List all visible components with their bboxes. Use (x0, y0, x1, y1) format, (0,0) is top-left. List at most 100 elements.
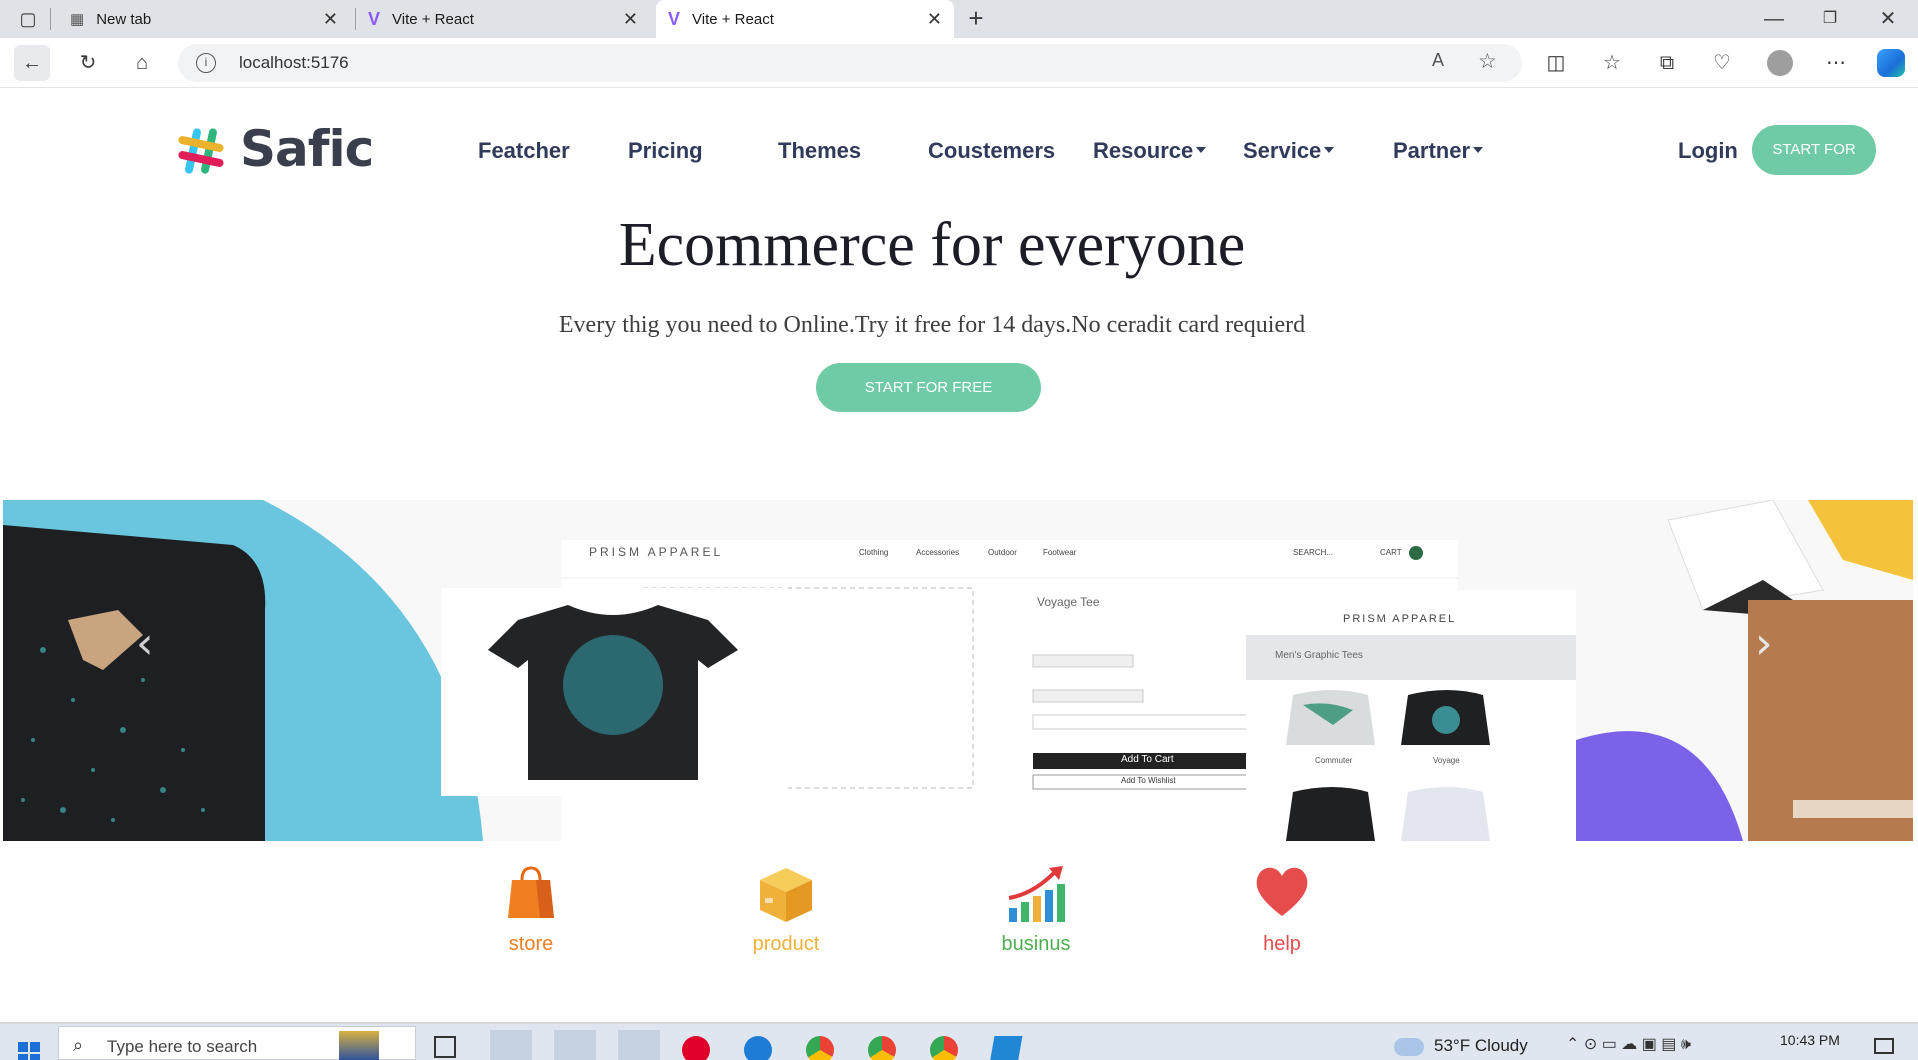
feature-label: help (1263, 933, 1301, 955)
split-screen-icon[interactable]: ◫ (1538, 45, 1574, 81)
add-to-cart-label: Add To Cart (1121, 754, 1174, 765)
taskbar-app-mail[interactable] (554, 1030, 596, 1060)
product-name: Voyage Tee (1037, 595, 1100, 609)
profile-avatar[interactable] (1767, 50, 1793, 76)
store-cart-label: CART (1380, 548, 1402, 557)
refresh-button[interactable]: ↻ (70, 45, 106, 81)
info-icon[interactable]: i (196, 53, 216, 73)
windows-taskbar: ⌕ Type here to search 53°F Cloudy ⌃ ⊙ ▭ … (0, 1024, 1918, 1060)
taskbar-search-box[interactable]: ⌕ Type here to search (58, 1026, 416, 1060)
more-options-icon[interactable]: ⋯ (1818, 45, 1854, 81)
nav-pricing[interactable]: Pricing (628, 136, 703, 166)
vscode-icon[interactable] (989, 1036, 1023, 1060)
home-button[interactable]: ⌂ (124, 45, 160, 81)
pinterest-icon[interactable] (682, 1036, 710, 1060)
nav-partner[interactable]: Partner (1393, 136, 1484, 166)
close-icon[interactable]: ✕ (323, 9, 338, 30)
nav-resource[interactable]: Resource (1093, 136, 1207, 166)
read-aloud-icon[interactable]: A (1432, 50, 1444, 71)
store-menu-item: Clothing (859, 548, 889, 557)
store-search-label: SEARCH... (1293, 548, 1334, 557)
nav-featcher[interactable]: Featcher (478, 136, 570, 166)
heart-icon (1256, 867, 1308, 916)
address-bar[interactable]: i localhost:5176 A ☆ (178, 44, 1522, 82)
feature-businus[interactable]: businus (956, 864, 1116, 956)
tab-divider (50, 8, 51, 30)
store-menu-item: Outdoor (988, 548, 1017, 557)
carousel-next-icon[interactable]: › (1755, 618, 1773, 669)
hero-start-button[interactable]: START FOR FREE (816, 363, 1041, 412)
taskbar-search-placeholder: Type here to search (107, 1037, 258, 1056)
chevron-down-icon (1473, 147, 1484, 154)
taskbar-app-store[interactable] (490, 1030, 532, 1060)
feature-label: product (752, 933, 820, 955)
feature-store[interactable]: store (451, 864, 611, 956)
page-icon: ▦ (70, 11, 85, 28)
tab-divider (355, 8, 356, 30)
nav-label: Resource (1093, 138, 1194, 163)
notification-icon[interactable] (1874, 1038, 1894, 1054)
edge-icon[interactable] (744, 1036, 772, 1060)
task-view-icon[interactable] (434, 1036, 456, 1058)
favorites-icon[interactable]: ☆ (1594, 45, 1630, 81)
tab-vite-react[interactable]: V Vite + React ✕ (358, 0, 650, 38)
collections-icon[interactable]: ⧉ (1649, 45, 1685, 81)
chrome-icon[interactable] (806, 1036, 834, 1060)
growth-chart-icon (1008, 866, 1065, 922)
slack-style-logo-icon[interactable] (175, 126, 227, 176)
mobile-item-label: Voyage (1433, 756, 1460, 765)
close-icon[interactable]: ✕ (927, 9, 942, 30)
cloudy-weather-icon (1394, 1038, 1424, 1056)
hero-title: Ecommerce for everyone (618, 211, 1246, 279)
nav-coustemers[interactable]: Coustemers (928, 136, 1055, 166)
carousel-prev-icon[interactable]: ‹ (136, 618, 154, 669)
tab-title: Vite + React (692, 10, 774, 28)
box-icon (760, 868, 812, 922)
tab-title: New tab (96, 10, 152, 28)
tab-actions-icon[interactable]: ▢ (10, 1, 46, 37)
mobile-category: Men's Graphic Tees (1275, 650, 1363, 661)
store-menu-item: Footwear (1043, 548, 1077, 557)
nav-service[interactable]: Service (1243, 136, 1335, 166)
windows-start-icon[interactable] (18, 1042, 40, 1060)
minimize-button[interactable]: — (1756, 1, 1792, 37)
new-tab-button[interactable]: + (958, 1, 994, 37)
taskbar-app-explorer[interactable] (618, 1030, 660, 1060)
nav-themes[interactable]: Themes (778, 136, 861, 166)
feature-label: businus (1001, 933, 1071, 955)
feature-label: store (508, 933, 554, 955)
back-button[interactable]: ← (14, 45, 50, 81)
store-menu-item: Accessories (916, 548, 960, 557)
login-link[interactable]: Login (1678, 136, 1738, 166)
close-icon[interactable]: ✕ (623, 9, 638, 30)
chevron-down-icon (1196, 147, 1207, 154)
mobile-store-name: PRISM APPAREL (1343, 613, 1457, 625)
nav-label: Service (1243, 138, 1322, 163)
system-tray-icons[interactable]: ⌃ ⊙ ▭ ☁ ▣ ▤ 🕪 (1566, 1034, 1691, 1054)
mobile-item-label: Commuter (1315, 756, 1353, 765)
vite-icon: V (668, 8, 681, 29)
url-text[interactable]: localhost:5176 (239, 53, 349, 73)
store-name: PRISM APPAREL (589, 545, 724, 559)
chrome-icon[interactable] (930, 1036, 958, 1060)
window-close-button[interactable]: ✕ (1870, 1, 1906, 37)
copilot-icon[interactable] (1877, 49, 1905, 77)
shopping-bag-icon (508, 866, 554, 918)
header-start-button[interactable]: START FOR FREE (1752, 125, 1876, 208)
feature-product[interactable]: product (706, 864, 866, 956)
chrome-icon[interactable] (868, 1036, 896, 1060)
tab-vite-react-active[interactable]: V Vite + React ✕ (656, 0, 954, 38)
logo-text[interactable]: Safic (240, 120, 374, 178)
restore-button[interactable]: ❐ (1812, 1, 1848, 37)
tab-new-tab[interactable]: ▦ New tab ✕ (58, 0, 350, 38)
search-highlight-icon (339, 1031, 379, 1060)
clock-time[interactable]: 10:43 PM (1780, 1032, 1840, 1048)
tab-title: Vite + React (392, 10, 474, 28)
performance-icon[interactable]: ♡ (1704, 45, 1740, 81)
nav-label: Partner (1393, 138, 1471, 163)
weather-text[interactable]: 53°F Cloudy (1434, 1036, 1528, 1056)
favorite-star-icon[interactable]: ☆ (1478, 49, 1497, 74)
feature-help[interactable]: help (1202, 864, 1362, 956)
tab-strip: ▢ ▦ New tab ✕ V Vite + React ✕ V Vite + … (0, 0, 1918, 38)
add-to-wishlist-label: Add To Wishlist (1121, 776, 1176, 785)
